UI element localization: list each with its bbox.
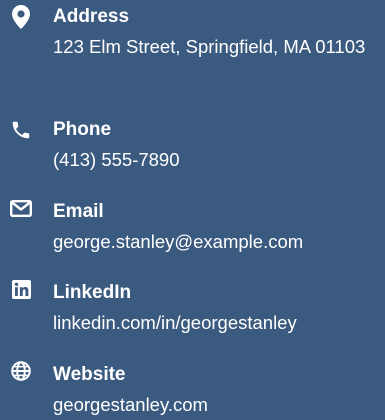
email-link[interactable]: george.stanley@example.com bbox=[53, 227, 378, 257]
contact-label-address: Address bbox=[53, 6, 130, 27]
contact-label-email: Email bbox=[53, 201, 104, 222]
contact-label-website: Website bbox=[53, 364, 126, 385]
address-value: 123 Elm Street, Springfield, MA 01103 bbox=[53, 36, 366, 57]
phone-link[interactable]: (413) 555-7890 bbox=[53, 145, 378, 175]
contact-list: Address 123 Elm Street, Springfield, MA … bbox=[0, 0, 385, 419]
envelope-icon bbox=[9, 196, 33, 220]
map-pin-icon bbox=[9, 5, 33, 29]
linkedin-icon bbox=[9, 277, 33, 301]
contact-label-linkedin: LinkedIn bbox=[53, 282, 132, 303]
linkedin-link[interactable]: linkedin.com/in/georgestanley bbox=[53, 308, 378, 338]
website-link[interactable]: georgestanley.com bbox=[53, 390, 378, 420]
contact-label-phone: Phone bbox=[53, 119, 112, 140]
phone-icon bbox=[9, 118, 33, 142]
globe-icon bbox=[9, 359, 33, 383]
